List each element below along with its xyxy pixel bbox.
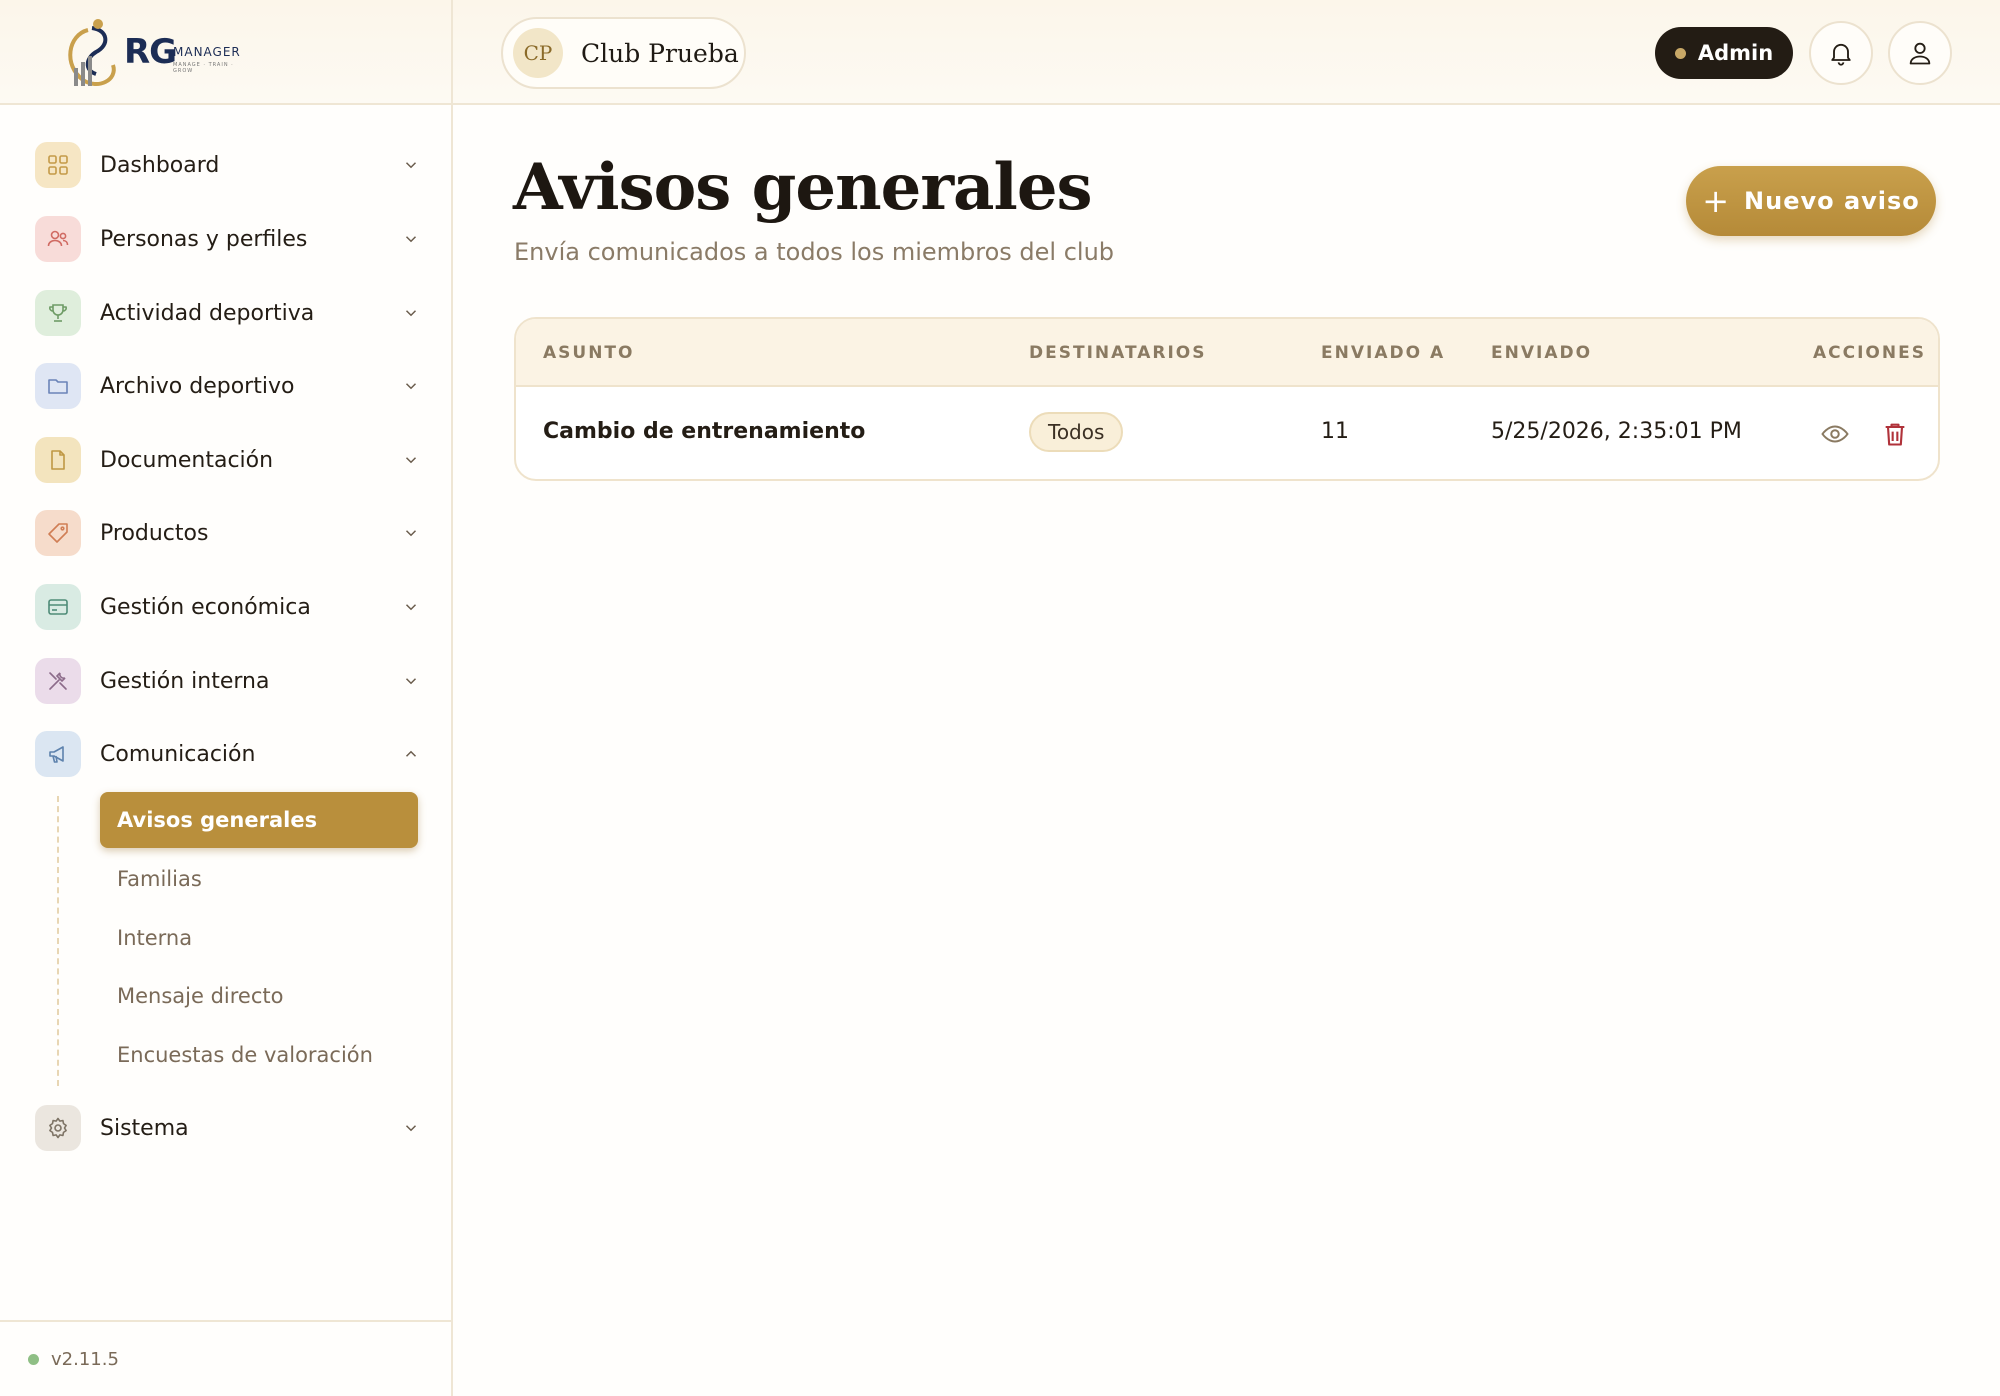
column-header-acciones: ACCIONES [1813,343,1926,363]
chevron-down-icon [397,299,425,327]
new-notice-button[interactable]: + Nuevo aviso [1686,166,1936,236]
role-dot-icon [1674,47,1686,59]
sidebar-item-productos[interactable]: Productos [35,507,425,559]
logo-product: MANAGER [173,45,241,59]
view-button[interactable] [1818,417,1852,451]
top-bar: RG MANAGER MANAGE · TRAIN · GROW CP Club… [0,0,2000,105]
folder-icon [35,363,81,409]
delete-button[interactable] [1878,417,1912,451]
sidebar-item-gestion-interna[interactable]: Gestión interna [35,655,425,707]
sidebar-item-label: Sistema [100,1115,189,1141]
user-icon [1909,42,1931,65]
column-header-asunto: ASUNTO [543,343,635,363]
club-name: Club Prueba [581,38,739,68]
document-icon [35,437,81,483]
sidebar-item-label: Actividad deportiva [100,300,315,326]
sidebar-item-label: Gestión económica [100,594,311,620]
submenu-item-avisos-generales[interactable]: Avisos generales [100,792,418,848]
sidebar-footer: v2.11.5 [0,1320,451,1396]
sidebar-item-actividad[interactable]: Actividad deportiva [35,287,425,339]
tag-icon [35,510,81,556]
trash-icon [1885,423,1905,446]
column-header-destinatarios: DESTINATARIOS [1029,343,1207,363]
cell-sent-date: 5/25/2026, 2:35:01 PM [1491,419,1742,444]
chevron-up-icon [397,740,425,768]
sidebar-item-label: Documentación [100,447,274,473]
sidebar-item-label: Archivo deportivo [100,373,295,399]
bell-icon [1831,43,1851,66]
plus-icon: + [1702,182,1731,220]
sidebar-item-label: Productos [100,520,209,546]
sidebar-item-personas[interactable]: Personas y perfiles [35,213,425,265]
logo-area: RG MANAGER MANAGE · TRAIN · GROW [0,0,453,105]
column-header-enviado: ENVIADO [1491,343,1593,363]
new-notice-label: Nuevo aviso [1744,187,1920,215]
club-avatar: CP [513,28,563,78]
card-icon [35,584,81,630]
recipients-badge: Todos [1029,412,1124,452]
role-label: Admin [1697,41,1774,65]
user-menu-button[interactable] [1888,21,1952,85]
app-logo[interactable]: RG MANAGER MANAGE · TRAIN · GROW [58,10,248,96]
cell-sent-to: 11 [1321,419,1349,444]
sidebar-item-gestion-economica[interactable]: Gestión económica [35,581,425,633]
submenu-item-encuestas[interactable]: Encuestas de valoración [100,1027,418,1083]
trophy-icon [35,290,81,336]
sidebar-item-comunicacion[interactable]: Comunicación [35,728,425,780]
sidebar-item-label: Comunicación [100,741,256,767]
cell-subject: Cambio de entrenamiento [543,419,866,444]
eye-icon [1821,425,1849,443]
chevron-down-icon [397,1114,425,1142]
page-subtitle: Envía comunicados a todos los miembros d… [514,238,1115,266]
chevron-down-icon [397,372,425,400]
logo-tagline: MANAGE · TRAIN · GROW [173,62,234,74]
club-selector[interactable]: CP Club Prueba [501,17,746,89]
notices-table: ASUNTO DESTINATARIOS ENVIADO A ENVIADO A… [514,317,1940,481]
sidebar-item-sistema[interactable]: Sistema [35,1102,425,1154]
megaphone-icon [35,731,81,777]
sidebar-item-label: Personas y perfiles [100,226,308,252]
logo-mark-icon [68,19,116,86]
submenu-item-familias[interactable]: Familias [100,851,418,907]
submenu-guide-line [57,796,59,1086]
users-icon [35,216,81,262]
sidebar-item-dashboard[interactable]: Dashboard [35,139,425,191]
gear-icon [35,1105,81,1151]
chevron-down-icon [397,593,425,621]
role-badge[interactable]: Admin [1655,27,1793,79]
sidebar-item-label: Dashboard [100,152,220,178]
notifications-button[interactable] [1809,21,1873,85]
grid-icon [35,142,81,188]
sidebar-item-documentacion[interactable]: Documentación [35,434,425,486]
submenu-item-mensaje-directo[interactable]: Mensaje directo [100,968,418,1024]
chevron-down-icon [397,151,425,179]
app-version: v2.11.5 [51,1348,119,1370]
column-header-enviado-a: ENVIADO A [1321,343,1446,363]
chevron-down-icon [397,225,425,253]
sidebar-item-archivo[interactable]: Archivo deportivo [35,360,425,412]
table-header: ASUNTO DESTINATARIOS ENVIADO A ENVIADO A… [516,319,1938,387]
sidebar-item-label: Gestión interna [100,668,270,694]
tools-icon [35,658,81,704]
chevron-down-icon [397,446,425,474]
chevron-down-icon [397,667,425,695]
page-title: Avisos generales [513,150,1093,225]
chevron-down-icon [397,519,425,547]
submenu-item-interna[interactable]: Interna [100,910,418,966]
logo-brand: RG [124,32,177,72]
status-dot-icon [28,1353,39,1365]
